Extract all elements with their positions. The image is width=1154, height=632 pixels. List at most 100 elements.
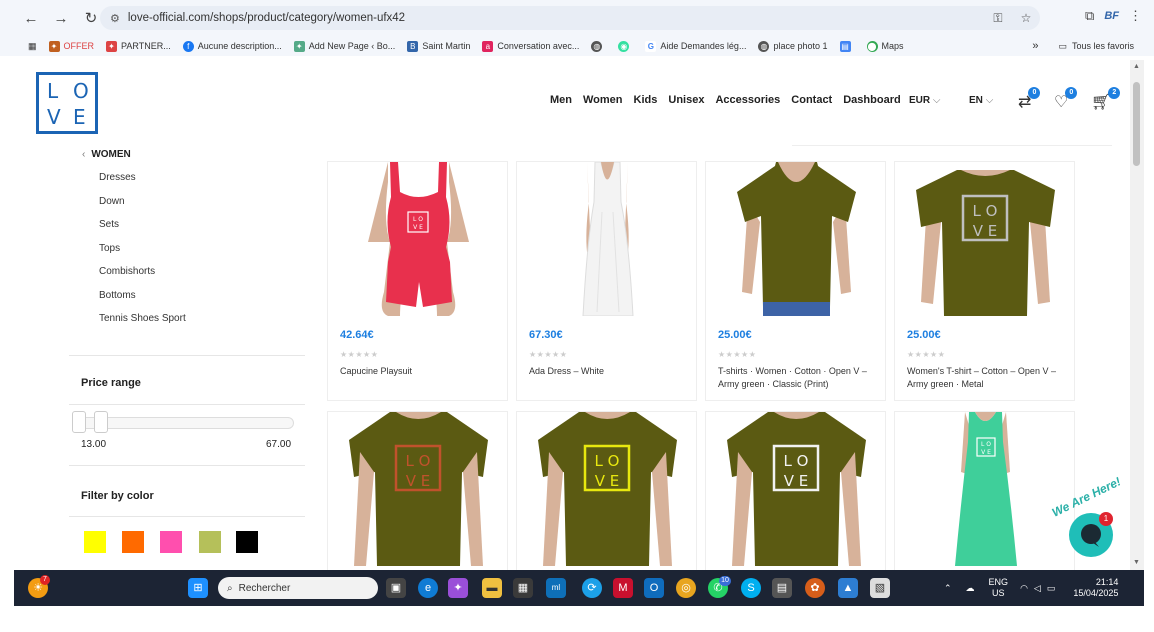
product-card[interactable]: L O V E 25.00€ ★★★★★ Women's T-shirt – C…: [894, 161, 1075, 401]
tray-chevron-icon[interactable]: ⌃: [944, 583, 952, 594]
apps-icon[interactable]: ▦: [28, 41, 37, 52]
product-image[interactable]: L O V E: [895, 162, 1074, 316]
taskbar-search[interactable]: ⌕ Rechercher: [218, 577, 378, 599]
bookmark-facebook[interactable]: f Aucune description...: [182, 40, 282, 52]
mcafee-icon[interactable]: M: [613, 578, 633, 598]
subcategory-sets[interactable]: Sets: [99, 219, 186, 243]
product-image[interactable]: L O V E: [517, 412, 696, 566]
subcategory-combishorts[interactable]: Combishorts: [99, 266, 186, 290]
back-icon[interactable]: ←: [18, 5, 44, 31]
key-icon[interactable]: ⚿: [984, 11, 1012, 26]
bookmark-globe-icon[interactable]: ◍: [591, 40, 606, 52]
bookmark-tripadvisor-icon[interactable]: ◉: [618, 40, 633, 52]
cart-icon[interactable]: 🛒︎ 2: [1091, 87, 1121, 112]
price-slider-max-handle[interactable]: [94, 411, 108, 433]
more-bookmarks-icon[interactable]: »: [1032, 40, 1038, 52]
nav-kids[interactable]: Kids: [634, 94, 658, 106]
mailjet-icon[interactable]: ml: [546, 578, 566, 598]
nav-dashboard[interactable]: Dashboard: [843, 94, 900, 106]
product-name[interactable]: Women's T-shirt – Cotton – Open V – Army…: [907, 365, 1066, 391]
scrollbar-thumb[interactable]: [1133, 82, 1140, 166]
color-swatch[interactable]: [160, 531, 182, 553]
address-bar[interactable]: ⚙ love-official.com/shops/product/catego…: [100, 6, 1040, 30]
start-icon[interactable]: ⊞: [188, 578, 208, 598]
wishlist-icon[interactable]: ♡ 0: [1054, 87, 1078, 112]
nav-contact[interactable]: Contact: [791, 94, 832, 106]
color-swatch[interactable]: [84, 531, 106, 553]
product-image[interactable]: L O V E: [328, 412, 507, 566]
subcategory-bottoms[interactable]: Bottoms: [99, 290, 186, 314]
product-card[interactable]: L O V E 42.64€ ★★★★★ Capucine Playsuit: [327, 161, 508, 401]
language-select[interactable]: EN ⌵: [969, 95, 993, 106]
edge-icon[interactable]: e: [418, 578, 438, 598]
product-card[interactable]: L O V E: [516, 411, 697, 570]
star-icon[interactable]: ☆: [1012, 11, 1040, 25]
subcategory-tennis-shoes[interactable]: Tennis Shoes Sport: [99, 313, 186, 337]
photos-icon[interactable]: ▲: [838, 578, 858, 598]
cloud-off-icon[interactable]: ☁: [966, 583, 975, 594]
scroll-up-icon[interactable]: ▲: [1133, 63, 1140, 70]
product-image[interactable]: L O V E: [706, 412, 885, 566]
color-swatch[interactable]: [122, 531, 144, 553]
nav-unisex[interactable]: Unisex: [668, 94, 704, 106]
outlook-icon[interactable]: O: [644, 578, 664, 598]
color-swatch[interactable]: [236, 531, 258, 553]
product-image[interactable]: [706, 162, 885, 316]
scroll-down-icon[interactable]: ▼: [1133, 559, 1140, 566]
bookmark-place-photo[interactable]: ◍ place photo 1: [758, 40, 828, 52]
product-card[interactable]: L O V E: [327, 411, 508, 570]
language-indicator[interactable]: ENG US: [989, 577, 1009, 599]
category-back-link[interactable]: ‹ WOMEN: [82, 149, 131, 160]
task-view-icon[interactable]: ▣: [386, 578, 406, 598]
bookmark-maps[interactable]: ⬤ Maps: [866, 40, 904, 52]
product-image[interactable]: L O V E: [328, 162, 507, 316]
product-card[interactable]: L O V E: [894, 411, 1075, 570]
price-slider-min-handle[interactable]: [72, 411, 86, 433]
product-name[interactable]: T-shirts · Women · Cotton · Open V – Arm…: [718, 365, 877, 391]
subcategory-down[interactable]: Down: [99, 196, 186, 220]
nav-accessories[interactable]: Accessories: [715, 94, 780, 106]
bf-extension-icon[interactable]: BF: [1104, 10, 1119, 22]
store-icon[interactable]: ▦: [513, 578, 533, 598]
copilot-icon[interactable]: ✦: [448, 578, 468, 598]
product-card[interactable]: 25.00€ ★★★★★ T-shirts · Women · Cotton ·…: [705, 161, 886, 401]
extensions-icon[interactable]: ⧉: [1085, 8, 1094, 24]
bookmark-add-page[interactable]: ✦ Add New Page ‹ Bo...: [293, 40, 395, 52]
clock[interactable]: 21:14 15/04/2025: [1073, 577, 1118, 599]
product-card[interactable]: L O V E: [705, 411, 886, 570]
forward-icon[interactable]: →: [48, 5, 74, 31]
product-card[interactable]: 67.30€ ★★★★★ Ada Dress – White: [516, 161, 697, 401]
wifi-icon[interactable]: ◠: [1020, 583, 1028, 594]
bookmark-offer[interactable]: ✦ OFFER: [48, 40, 94, 52]
volume-icon[interactable]: ◁: [1034, 583, 1041, 594]
skype-icon[interactable]: S: [741, 578, 761, 598]
color-swatch[interactable]: [199, 531, 221, 553]
product-image[interactable]: [517, 162, 696, 316]
all-favorites[interactable]: Tous les favoris: [1072, 41, 1134, 51]
bookmark-gmb-icon[interactable]: ▤: [839, 40, 855, 52]
chrome-icon[interactable]: ◎: [676, 578, 696, 598]
calculator-icon[interactable]: ▤: [772, 578, 792, 598]
site-logo[interactable]: L O V E: [36, 72, 98, 134]
site-info-icon[interactable]: ⚙: [110, 12, 120, 25]
document-icon[interactable]: ▧: [870, 578, 890, 598]
menu-icon[interactable]: ⋮: [1129, 8, 1142, 24]
bookmark-conversation[interactable]: a Conversation avec...: [482, 40, 579, 52]
gimp-icon[interactable]: ✿: [805, 578, 825, 598]
product-image[interactable]: L O V E: [895, 412, 1074, 566]
nav-women[interactable]: Women: [583, 94, 623, 106]
product-name[interactable]: Ada Dress – White: [529, 365, 688, 378]
compare-icon[interactable]: ⇄ 0: [1018, 87, 1041, 112]
subcategory-tops[interactable]: Tops: [99, 243, 186, 267]
bookmark-partner[interactable]: ✦ PARTNER...: [106, 40, 171, 52]
currency-select[interactable]: EUR ⌵: [909, 95, 941, 106]
bookmark-google-aide[interactable]: G Aide Demandes lég...: [645, 40, 746, 52]
subcategory-dresses[interactable]: Dresses: [99, 172, 186, 196]
product-name[interactable]: Capucine Playsuit: [340, 365, 499, 378]
file-explorer-icon[interactable]: ▬: [482, 578, 502, 598]
bookmark-saint-martin[interactable]: B Saint Martin: [407, 40, 470, 52]
nav-men[interactable]: Men: [550, 94, 572, 106]
battery-icon[interactable]: ▭: [1047, 583, 1056, 594]
page-scrollbar[interactable]: ▲ ▼: [1130, 60, 1144, 570]
sync-icon[interactable]: ⟳: [582, 578, 602, 598]
